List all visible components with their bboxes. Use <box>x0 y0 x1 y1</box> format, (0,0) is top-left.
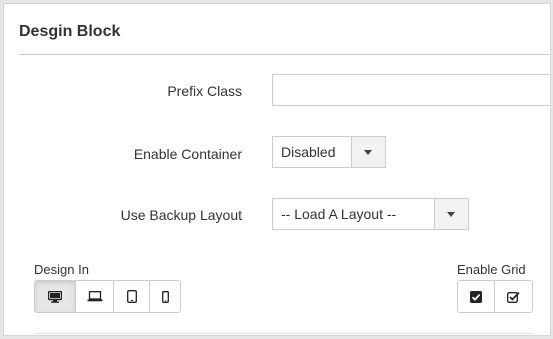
prefix-class-input[interactable] <box>272 74 550 106</box>
bottom-divider <box>34 333 534 334</box>
desktop-icon <box>48 290 62 303</box>
enable-container-select[interactable]: Disabled <box>272 136 386 168</box>
phone-view-button[interactable] <box>150 281 180 312</box>
design-block-panel: Desgin Block Prefix Class Enable Contain… <box>3 3 551 336</box>
phone-icon <box>161 290 169 303</box>
design-in-label: Design In <box>34 262 89 277</box>
desktop-view-button[interactable] <box>35 281 76 312</box>
checkbox-checked-icon <box>470 290 482 303</box>
grid-disabled-button[interactable] <box>495 281 532 312</box>
use-backup-layout-label: Use Backup Layout <box>120 207 242 223</box>
enable-grid-group <box>457 280 533 313</box>
laptop-view-button[interactable] <box>76 281 114 312</box>
chevron-down-icon <box>434 199 468 229</box>
enable-grid-label: Enable Grid <box>457 262 526 277</box>
prefix-class-label: Prefix Class <box>167 83 242 99</box>
enable-container-value: Disabled <box>281 144 336 160</box>
enable-container-label: Enable Container <box>133 146 242 162</box>
laptop-icon <box>87 291 103 302</box>
tablet-icon <box>126 290 137 303</box>
backup-layout-select[interactable]: -- Load A Layout -- <box>272 198 469 230</box>
grid-enabled-button[interactable] <box>458 281 495 312</box>
panel-title: Desgin Block <box>19 23 121 40</box>
tablet-view-button[interactable] <box>114 281 150 312</box>
chevron-down-icon <box>351 137 385 167</box>
checkbox-outline-check-icon <box>507 291 520 303</box>
design-in-device-group <box>34 280 181 313</box>
backup-layout-value: -- Load A Layout -- <box>281 206 397 222</box>
title-divider <box>19 54 550 55</box>
